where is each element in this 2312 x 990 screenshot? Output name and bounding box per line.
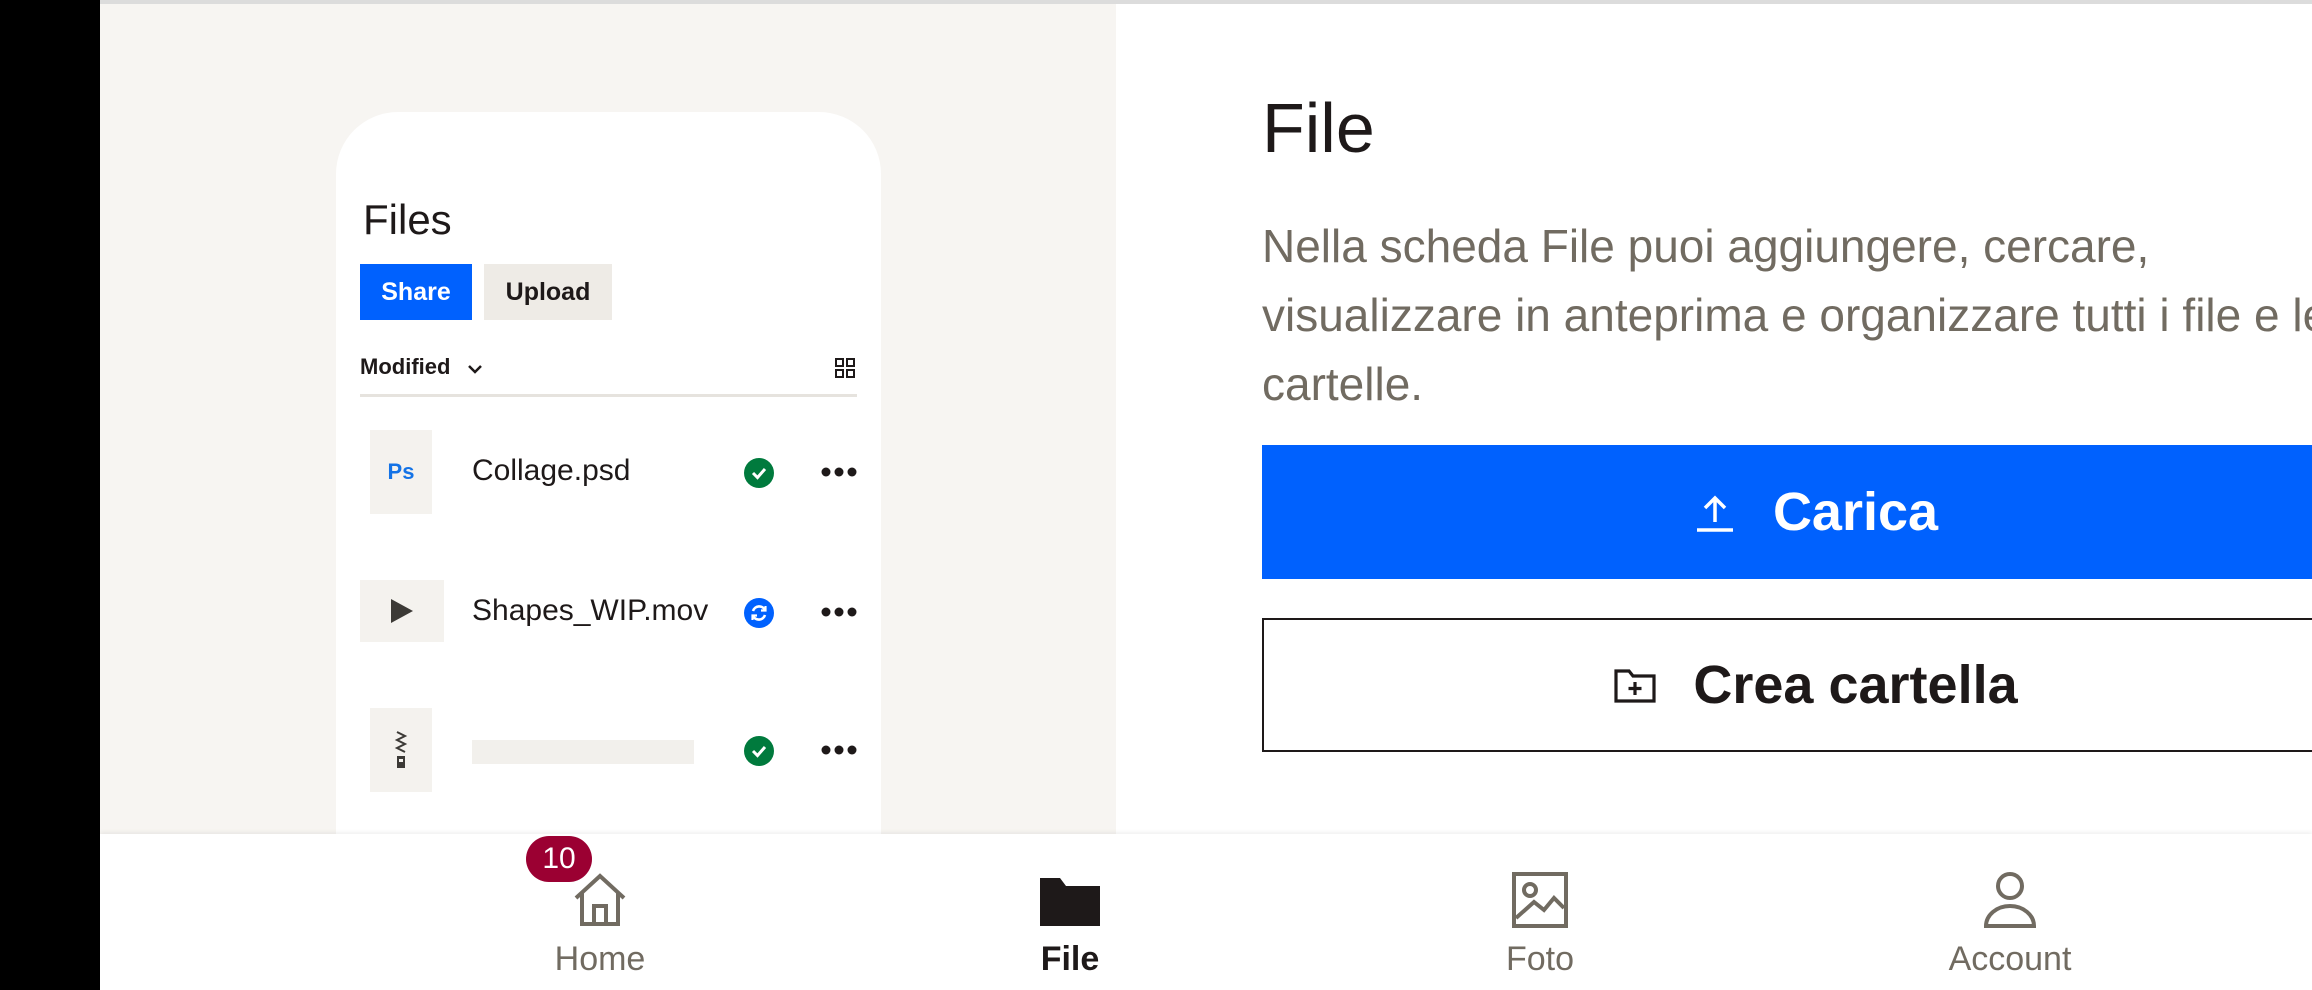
more-options-icon [821, 467, 857, 477]
upload-button[interactable]: Carica [1262, 445, 2312, 579]
upload-button-label: Carica [1772, 482, 1939, 542]
zip-icon [394, 731, 408, 768]
nav-foto-label: Foto [1505, 940, 1575, 978]
mockup-share-button: Share [360, 264, 472, 320]
create-folder-button[interactable]: Crea cartella [1262, 618, 2312, 752]
mockup-file-row: Ps Collage.psd [360, 430, 857, 514]
psd-file-thumb: Ps [370, 430, 432, 514]
nav-home-label: Home [554, 940, 646, 978]
nav-account-label: Account [1948, 940, 2072, 978]
psd-file-icon: Ps [387, 459, 415, 484]
folder-icon [1040, 878, 1100, 926]
grid-view-icon [835, 358, 855, 378]
more-options-icon [821, 607, 857, 617]
app-screen: Files Share Upload Modified Ps Collage.p… [100, 0, 2312, 990]
mockup-file-row: Shapes_WIP.mov [360, 580, 857, 644]
mockup-sort-row: Modified [360, 350, 857, 397]
placeholder-file-name [472, 740, 694, 764]
mockup-sort-label: Modified [360, 354, 451, 379]
account-icon [1983, 872, 2037, 928]
nav-foto[interactable]: Foto [1390, 834, 1690, 990]
files-onboarding-content: File Nella scheda File puoi aggiungere, … [1116, 4, 2312, 834]
mockup-file-name: Collage.psd [472, 454, 631, 487]
video-file-thumb [360, 580, 444, 642]
folder-plus-icon [1614, 669, 1656, 703]
syncing-icon [744, 598, 774, 628]
mockup-file-name: Shapes_WIP.mov [472, 594, 709, 627]
page-title: File [1262, 89, 1375, 167]
home-notification-badge: 10 [526, 836, 592, 882]
nav-file-label: File [1040, 940, 1100, 978]
synced-check-icon [744, 736, 774, 766]
nav-home[interactable]: Home [450, 834, 750, 990]
photo-icon [1512, 872, 1568, 928]
upload-icon [1696, 495, 1733, 532]
play-icon [391, 599, 413, 623]
mockup-title: Files [363, 196, 452, 243]
phone-mockup: Files Share Upload Modified Ps Collage.p… [336, 112, 881, 834]
create-folder-label: Crea cartella [1693, 655, 2018, 715]
nav-file[interactable]: File [920, 834, 1220, 990]
zip-file-thumb [370, 708, 432, 792]
nav-account[interactable]: Account [1860, 834, 2160, 990]
mockup-file-row [360, 708, 857, 792]
chevron-down-icon [468, 365, 482, 374]
bottom-navigation: Home File Foto Account [100, 834, 2312, 990]
files-illustration: Files Share Upload Modified Ps Collage.p… [100, 4, 1116, 834]
synced-check-icon [744, 458, 774, 488]
page-description: Nella scheda File puoi aggiungere, cerca… [1262, 220, 2312, 410]
mockup-upload-button: Upload [484, 264, 612, 320]
more-options-icon [821, 745, 857, 755]
